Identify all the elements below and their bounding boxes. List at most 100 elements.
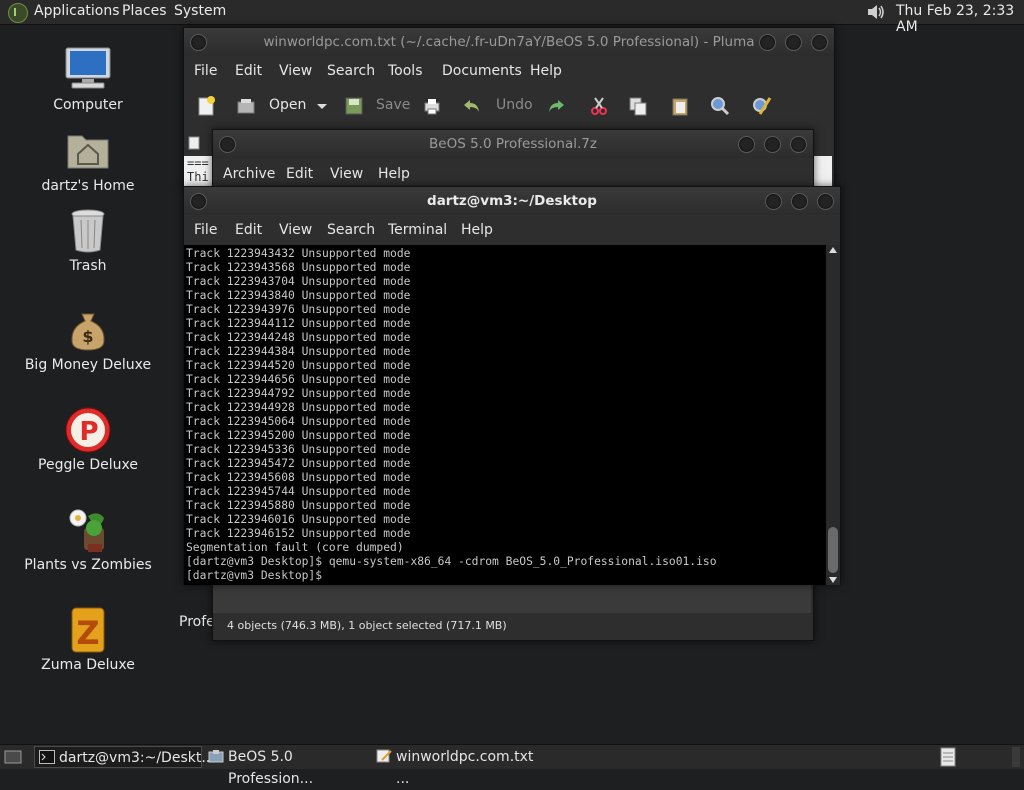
partial-desktop-label[interactable]: Profe <box>179 614 215 630</box>
copy-icon[interactable] <box>628 96 648 116</box>
menu-archive[interactable]: Archive <box>223 166 275 182</box>
money-bag-icon: $ <box>71 313 105 351</box>
chevron-down-icon[interactable] <box>316 96 328 116</box>
pluma-text-view[interactable]: === Thi <box>184 156 214 188</box>
mate-menu-icon[interactable] <box>8 3 28 23</box>
menu-edit[interactable]: Edit <box>235 222 262 238</box>
menu-tools[interactable]: Tools <box>388 63 423 79</box>
notes-icon[interactable] <box>940 747 956 767</box>
terminal-line: [dartz@vm3 Desktop]$ <box>186 569 323 582</box>
terminal-line: Track 1223944112 Unsupported mode <box>186 317 411 330</box>
svg-text:$: $ <box>82 327 93 346</box>
menu-search[interactable]: Search <box>327 222 375 238</box>
cut-icon[interactable] <box>589 96 609 116</box>
open-button[interactable]: Open <box>269 88 306 122</box>
save-icon[interactable] <box>344 96 364 116</box>
menu-help[interactable]: Help <box>378 166 410 182</box>
volume-icon[interactable] <box>866 3 886 21</box>
task-archive[interactable]: BeOS 5.0 Profession... <box>204 746 370 787</box>
minimize-button[interactable] <box>765 193 782 210</box>
desktop-icon-label: Zuma Deluxe <box>41 657 135 673</box>
save-button[interactable]: Save <box>376 88 410 122</box>
terminal-line: Track 1223944384 Unsupported mode <box>186 345 411 358</box>
desktop-icon-trash[interactable]: Trash <box>18 206 158 278</box>
terminal-scrollbar[interactable] <box>826 245 840 585</box>
terminal-line: Track 1223946016 Unsupported mode <box>186 513 411 526</box>
maximize-button[interactable] <box>764 136 781 153</box>
desktop-icon-computer[interactable]: Computer <box>18 44 158 116</box>
desktop-icon-label: Computer <box>53 97 123 113</box>
menu-file[interactable]: File <box>194 222 217 238</box>
terminal-line: Track 1223944928 Unsupported mode <box>186 401 411 414</box>
show-desktop-icon[interactable] <box>4 749 22 765</box>
maximize-button[interactable] <box>791 193 808 210</box>
pluma-titlebar[interactable]: winworldpc.com.txt (~/.cache/.fr-uDn7aY/… <box>184 28 834 56</box>
menu-edit[interactable]: Edit <box>286 166 313 182</box>
maximize-button[interactable] <box>785 34 802 51</box>
applications-menu[interactable]: Applications <box>34 3 120 19</box>
archive-titlebar[interactable]: BeOS 5.0 Professional.7z <box>213 130 813 158</box>
pluma-menubar: File Edit View Search Tools Documents He… <box>184 57 834 85</box>
menu-view[interactable]: View <box>330 166 363 182</box>
desktop-icon-big-money[interactable]: $ Big Money Deluxe <box>18 308 158 380</box>
document-tab-icon[interactable] <box>188 136 200 150</box>
undo-icon[interactable] <box>462 96 482 116</box>
desktop-icon-label: Plants vs Zombies <box>24 557 152 573</box>
menu-search[interactable]: Search <box>327 63 375 79</box>
desktop-icon-pvz[interactable]: Plants vs Zombies <box>18 506 158 578</box>
window-menu-button[interactable] <box>190 34 207 51</box>
new-document-icon[interactable] <box>196 96 216 116</box>
menu-edit[interactable]: Edit <box>235 63 262 79</box>
menu-terminal[interactable]: Terminal <box>388 222 447 238</box>
desktop-icon-zuma[interactable]: Z Zuma Deluxe <box>18 606 158 678</box>
workspace-switcher[interactable] <box>1012 747 1020 767</box>
close-button[interactable] <box>790 136 807 153</box>
zuma-icon: Z <box>71 607 105 653</box>
text-editor-icon <box>376 749 392 763</box>
clock[interactable]: Thu Feb 23, 2:33 AM <box>896 3 1024 35</box>
close-button[interactable] <box>811 34 828 51</box>
task-label: winworldpc.com.txt ... <box>396 749 534 787</box>
terminal-line: Track 1223945608 Unsupported mode <box>186 471 411 484</box>
scroll-down-icon[interactable] <box>829 577 837 583</box>
paste-icon[interactable] <box>670 96 690 116</box>
open-icon[interactable] <box>236 96 256 116</box>
find-replace-icon[interactable] <box>752 96 772 116</box>
terminal-line: Track 1223945336 Unsupported mode <box>186 443 411 456</box>
system-menu[interactable]: System <box>174 3 226 19</box>
places-menu[interactable]: Places <box>122 3 167 19</box>
terminal-line: Track 1223944248 Unsupported mode <box>186 331 411 344</box>
archive-file-area[interactable] <box>213 582 811 613</box>
redo-icon[interactable] <box>546 96 566 116</box>
menu-view[interactable]: View <box>279 222 312 238</box>
terminal-output[interactable]: Track 1223943432 Unsupported mode Track 1… <box>184 245 826 585</box>
desktop-icon-home[interactable]: dartz's Home <box>18 126 158 198</box>
menu-view[interactable]: View <box>279 63 312 79</box>
terminal-line: [dartz@vm3 Desktop]$ qemu-system-x86_64 … <box>186 555 717 568</box>
find-icon[interactable] <box>710 96 730 116</box>
desktop-icon-peggle[interactable]: P Peggle Deluxe <box>18 406 158 478</box>
desktop-icon-label: Big Money Deluxe <box>24 357 152 373</box>
minimize-button[interactable] <box>759 34 776 51</box>
scrollbar-thumb[interactable] <box>828 527 838 573</box>
menu-help[interactable]: Help <box>461 222 493 238</box>
minimize-button[interactable] <box>738 136 755 153</box>
task-text-editor[interactable]: winworldpc.com.txt ... <box>372 746 540 787</box>
scroll-up-icon[interactable] <box>829 247 837 253</box>
window-menu-button[interactable] <box>219 136 236 153</box>
task-terminal[interactable]: dartz@vm3:~/Deskt... <box>34 746 215 768</box>
print-icon[interactable] <box>422 96 442 116</box>
computer-icon <box>65 47 111 89</box>
menu-help[interactable]: Help <box>530 63 562 79</box>
close-button[interactable] <box>817 193 834 210</box>
text-line: Thi <box>187 170 209 184</box>
pluma-scroll-area[interactable] <box>814 156 832 186</box>
window-menu-button[interactable] <box>190 193 207 210</box>
menu-file[interactable]: File <box>194 63 217 79</box>
terminal-line: Track 1223944656 Unsupported mode <box>186 373 411 386</box>
menu-documents[interactable]: Documents <box>442 63 522 79</box>
undo-button[interactable]: Undo <box>496 88 533 122</box>
terminal-line: Track 1223943840 Unsupported mode <box>186 289 411 302</box>
task-label: dartz@vm3:~/Deskt... <box>59 750 215 766</box>
terminal-titlebar[interactable]: dartz@vm3:~/Desktop <box>184 187 840 215</box>
